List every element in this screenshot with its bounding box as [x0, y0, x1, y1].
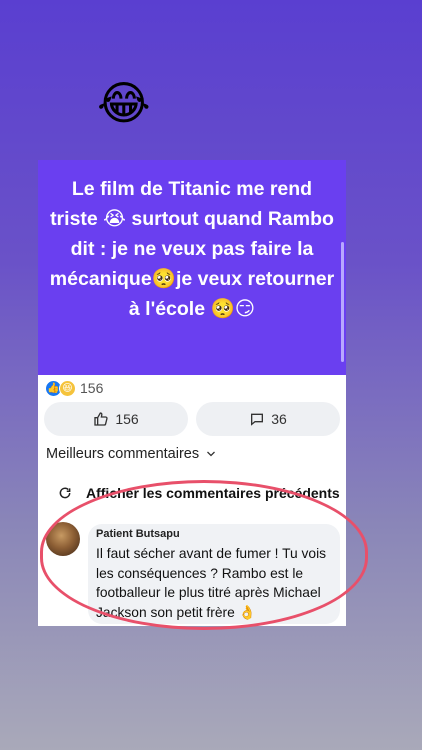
comment-sort-dropdown[interactable]: Meilleurs commentaires — [46, 446, 217, 462]
comment-count: 36 — [271, 411, 287, 427]
like-button[interactable]: 156 — [44, 402, 188, 436]
comment-icon — [251, 413, 264, 426]
post-background: Le film de Titanic me rend triste 😭 surt… — [38, 160, 346, 375]
refresh-icon — [59, 487, 71, 499]
reaction-count: 156 — [80, 380, 104, 396]
comment-sort-label: Meilleurs commentaires — [46, 446, 200, 462]
reaction-summary[interactable]: 👍 😆 156 — [46, 379, 103, 397]
post-text: Le film de Titanic me rend triste 😭 surt… — [49, 178, 335, 320]
comment-button[interactable]: 36 — [196, 402, 340, 436]
thumbs-up-icon — [94, 412, 108, 426]
haha-reaction-icon: 😆 — [59, 379, 76, 397]
red-annotation-circle — [40, 480, 368, 630]
scrollbar[interactable] — [341, 242, 344, 362]
chevron-down-icon — [207, 451, 216, 457]
laughing-emoji: 😂 — [97, 77, 151, 129]
like-count: 156 — [115, 411, 139, 427]
